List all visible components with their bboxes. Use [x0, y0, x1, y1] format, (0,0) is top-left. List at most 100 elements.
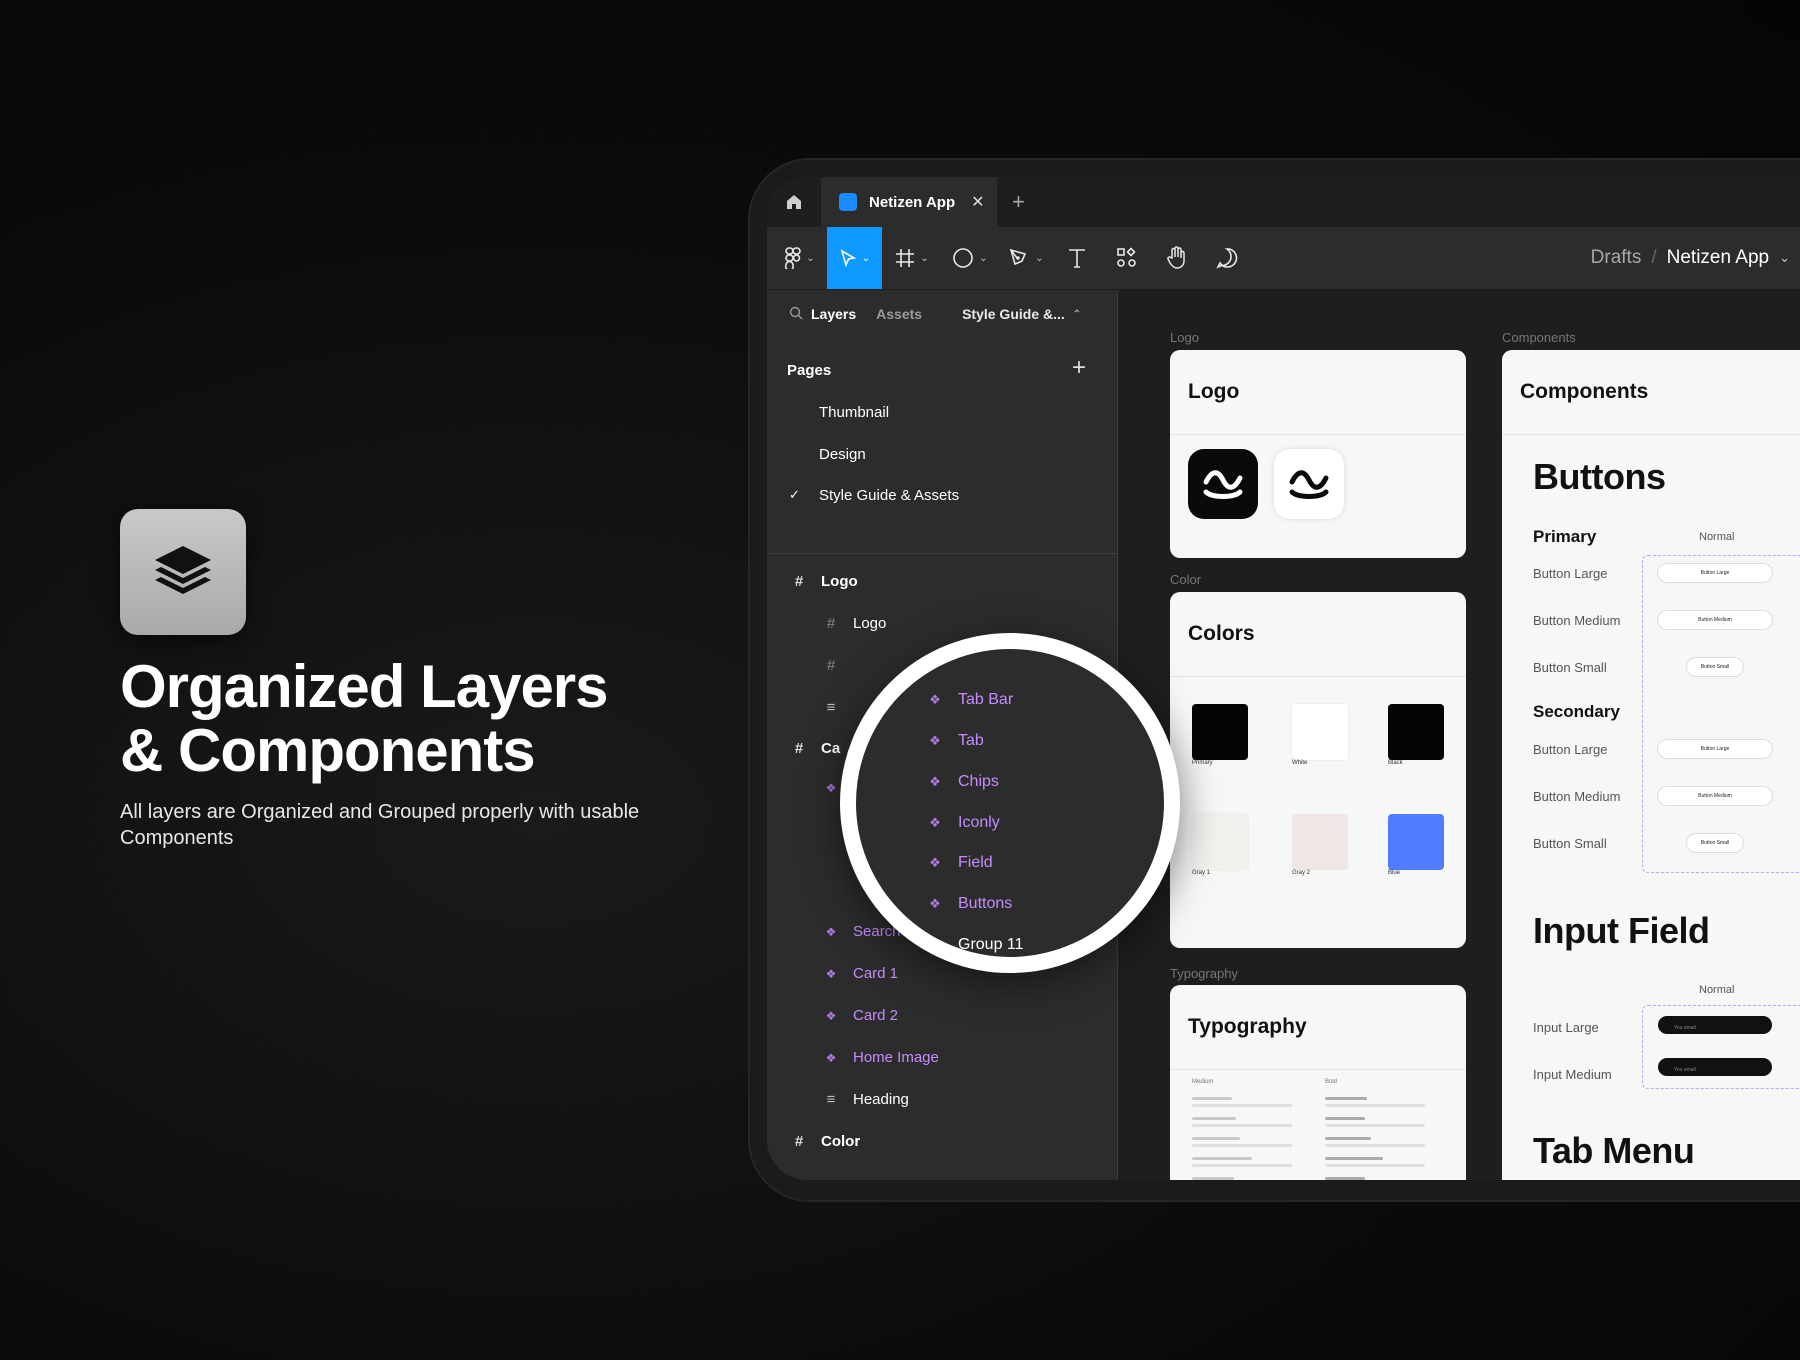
layer-item[interactable]: # Color [789, 1133, 860, 1150]
button-large-primary[interactable]: Button Large [1658, 564, 1772, 582]
comment-tool[interactable] [1207, 227, 1247, 289]
component-row-label: Button Large [1533, 566, 1608, 581]
frame-label-typography[interactable]: Typography [1170, 966, 1238, 981]
layer-item[interactable]: ❖ Chips [924, 773, 999, 791]
button-small-primary[interactable]: Button Small [1687, 658, 1743, 676]
colors-frame[interactable]: Colors Primary White Black Gray 1 Gray 2… [1170, 592, 1466, 948]
layer-label: Iconly [958, 814, 1000, 831]
component-icon: ❖ [929, 733, 941, 748]
text-tool[interactable] [1057, 227, 1097, 289]
typography-samples-medium [1192, 1097, 1302, 1180]
group-icon: ⁚⁚ [930, 937, 940, 952]
wave-logo-icon [1289, 470, 1329, 499]
state-label: Normal [1699, 984, 1735, 996]
layer-item[interactable]: ❖ Tab Bar [924, 691, 1013, 709]
pen-tool[interactable]: ⌄ [1001, 227, 1051, 289]
hand-tool[interactable] [1157, 227, 1197, 289]
layer-label: Tab Bar [958, 691, 1014, 708]
state-label: Normal [1699, 531, 1735, 543]
frame-label-color[interactable]: Color [1170, 572, 1201, 587]
add-page-button[interactable]: + [1072, 354, 1086, 382]
figma-menu-icon [785, 247, 802, 269]
component-row-label: Button Large [1533, 742, 1608, 757]
search-icon[interactable] [789, 306, 803, 323]
layer-item[interactable]: ≡ [821, 699, 853, 716]
swatch-name: Gray 2 [1292, 870, 1311, 876]
layer-item[interactable]: # Logo [821, 615, 887, 632]
frame-icon: # [826, 657, 836, 674]
plus-icon: + [1072, 354, 1087, 381]
layer-item[interactable]: # Logo [789, 573, 858, 590]
component-row-label: Button Medium [1533, 789, 1621, 804]
button-small-secondary[interactable]: Button Small [1687, 834, 1743, 852]
page-item-style-guide[interactable]: Style Guide & Assets [819, 487, 959, 504]
tab-assets[interactable]: Assets [876, 306, 922, 322]
check-icon: ✓ [789, 487, 800, 502]
primary-label: Primary [1533, 527, 1597, 546]
component-icon: ❖ [825, 924, 837, 939]
input-field-heading: Input Field [1533, 910, 1710, 951]
layer-item[interactable]: ❖ Card 2 [821, 1007, 898, 1024]
component-row-label: Button Small [1533, 660, 1607, 675]
layer-label: Tab [958, 732, 984, 749]
components-frame[interactable]: Components Buttons Primary Normal Button… [1502, 350, 1800, 1180]
color-swatch: White [1292, 704, 1348, 766]
color-swatch: Blue [1388, 814, 1444, 876]
logo-light [1274, 449, 1344, 519]
layer-label: Field [958, 854, 993, 871]
layer-item[interactable]: ❖ Field [924, 854, 993, 872]
resources-tool[interactable] [1107, 227, 1147, 289]
shape-tool[interactable]: ⌄ [945, 227, 995, 289]
page-item-thumbnail[interactable]: Thumbnail [819, 404, 889, 421]
chevron-up-icon[interactable]: ⌃ [1073, 309, 1081, 320]
logo-frame[interactable]: Logo [1170, 350, 1466, 558]
color-swatch: Primary [1192, 704, 1248, 766]
layer-item[interactable]: ❖ Iconly [924, 814, 1000, 832]
layer-item[interactable]: ❖ Home Image [821, 1049, 939, 1066]
canvas[interactable]: Logo Logo Color Colors Primary White Bla… [1118, 290, 1800, 1180]
move-tool[interactable]: ⌄ [827, 227, 882, 289]
component-icon: ❖ [929, 815, 941, 830]
layer-item[interactable]: ⁚⁚ Group 11 [924, 936, 1024, 954]
button-medium-primary[interactable]: Button Medium [1658, 611, 1772, 629]
input-large[interactable]: You email [1658, 1016, 1772, 1034]
layer-label: Home Image [853, 1049, 939, 1066]
breadcrumb: Drafts / Netizen App ⌄ [1591, 227, 1790, 289]
typography-frame-title: Typography [1170, 985, 1466, 1070]
button-medium-secondary[interactable]: Button Medium [1658, 787, 1772, 805]
main-menu-button[interactable]: ⌄ [775, 227, 825, 289]
frame-label-logo[interactable]: Logo [1170, 330, 1199, 345]
hero-title: Organized Layers & Components [120, 655, 720, 783]
new-tab-button[interactable]: + [1012, 177, 1025, 227]
home-tab[interactable] [767, 177, 821, 227]
tab-layers[interactable]: Layers [811, 306, 856, 322]
text-layer-icon: ≡ [826, 1091, 836, 1108]
document-tab[interactable]: Netizen App ✕ [821, 177, 997, 227]
breadcrumb-parent[interactable]: Drafts [1591, 247, 1642, 269]
layer-label: Card 2 [853, 1007, 899, 1024]
layer-item[interactable]: # [821, 657, 853, 674]
page-selector[interactable]: Style Guide &... [962, 306, 1065, 322]
layer-item[interactable]: ❖ Card 1 [821, 965, 898, 982]
toolbar: ⌄ ⌄ ⌄ ⌄ ⌄ Drafts / Netizen App ⌄ [767, 227, 1800, 290]
layer-item[interactable]: ❖ Tab [924, 732, 984, 750]
layer-item[interactable]: ≡ Heading [821, 1091, 909, 1108]
layer-label: Buttons [958, 895, 1013, 912]
close-icon[interactable]: ✕ [971, 192, 984, 212]
typography-frame[interactable]: Typography Medium Bold [1170, 985, 1466, 1180]
page-item-design[interactable]: Design [819, 446, 866, 463]
input-placeholder: You email [1674, 1025, 1696, 1031]
chevron-down-icon[interactable]: ⌄ [1779, 250, 1790, 266]
frame-tool[interactable]: ⌄ [887, 227, 937, 289]
component-icon: ❖ [929, 896, 941, 911]
pen-icon [1010, 248, 1027, 266]
input-medium[interactable]: You email [1658, 1058, 1772, 1076]
button-large-secondary[interactable]: Button Large [1658, 740, 1772, 758]
input-variants-box: You email You email [1642, 1005, 1800, 1089]
layer-label: Color [821, 1133, 861, 1150]
layer-item[interactable]: ❖ Search [821, 923, 901, 940]
layer-item[interactable]: ❖ Buttons [924, 895, 1012, 913]
layer-item[interactable]: # Ca [789, 740, 840, 757]
breadcrumb-current[interactable]: Netizen App [1667, 247, 1769, 269]
frame-label-components[interactable]: Components [1502, 330, 1576, 345]
